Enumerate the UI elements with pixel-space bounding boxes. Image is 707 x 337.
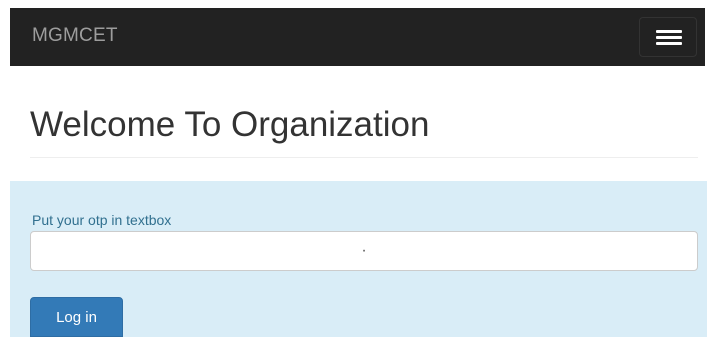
otp-panel: Put your otp in textbox Log in (10, 181, 707, 337)
login-button[interactable]: Log in (30, 297, 123, 337)
navbar-toggle-button[interactable] (639, 17, 697, 57)
otp-label: Put your otp in textbox (32, 212, 172, 228)
page-header: Welcome To Organization (30, 104, 698, 158)
brand-link[interactable]: MGMCET (32, 25, 118, 47)
navbar: MGMCET (10, 8, 705, 66)
page: MGMCET Welcome To Organization Put your … (0, 0, 707, 337)
otp-input[interactable] (30, 231, 698, 271)
page-title: Welcome To Organization (30, 105, 430, 144)
